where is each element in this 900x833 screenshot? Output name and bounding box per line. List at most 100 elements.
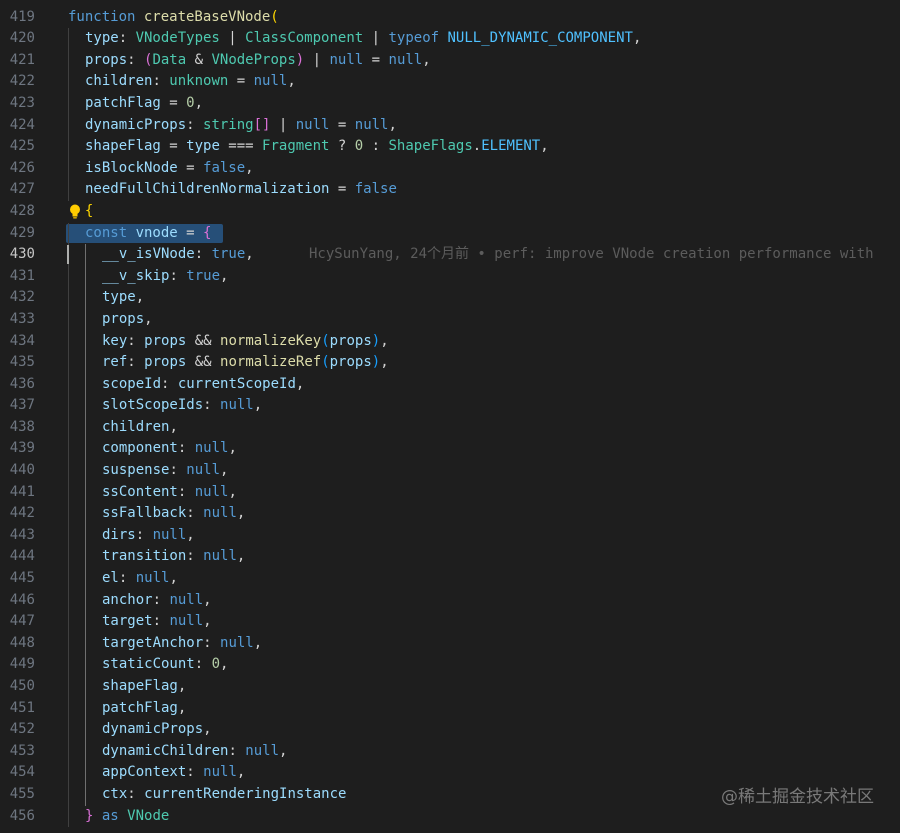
code-line[interactable]: 430 __v_isVNode: true, HcySunYang, 24个月前 •…	[0, 244, 900, 266]
code-content[interactable]: suspense: null,	[102, 460, 228, 482]
code-line[interactable]: 436 scopeId: currentScopeId,	[0, 373, 900, 396]
code-content[interactable]: key: props && normalizeKey(props),	[102, 331, 389, 353]
code-token: =	[329, 116, 355, 133]
code-line[interactable]: 432 type,	[0, 287, 900, 309]
code-content[interactable]: ssFallback: null,	[102, 503, 245, 525]
code-content[interactable]: isBlockNode = false,	[85, 158, 254, 180]
code-content[interactable]: slotScopeIds: null,	[102, 395, 262, 417]
code-content[interactable]: transition: null,	[102, 546, 245, 568]
code-content[interactable]: const vnode = {	[85, 223, 211, 245]
code-editor[interactable]: 418419function createBaseVNode(420type: …	[0, 0, 900, 833]
code-content[interactable]: props: (Data & VNodeProps) | null = null…	[85, 50, 431, 72]
code-content[interactable]: dynamicProps: string[] | null = null,	[85, 115, 397, 137]
code-token: :	[127, 51, 145, 68]
code-line[interactable]: 418	[0, 0, 900, 7]
code-token: shapeFlag	[102, 678, 178, 694]
code-line[interactable]: 449 staticCount: 0,	[0, 654, 900, 676]
code-line[interactable]: 425 shapeFlag = type === Fragment ? 0 : S…	[0, 136, 900, 158]
code-content[interactable]: __v_skip: true,	[102, 266, 228, 288]
code-line[interactable]: 424 dynamicProps: string[] | null = null,	[0, 114, 900, 137]
code-line[interactable]: 431 __v_skip: true,	[0, 265, 900, 288]
code-content[interactable]: needFullChildrenNormalization = false	[85, 179, 397, 201]
code-line[interactable]: 437 slotScopeIds: null,	[0, 395, 900, 417]
code-line[interactable]: 428 {	[0, 201, 900, 223]
code-line[interactable]: 435 ref: props && normalizeRef(props),	[0, 352, 900, 374]
code-line[interactable]: 453 dynamicChildren: null,	[0, 740, 900, 763]
code-token: :	[152, 613, 170, 630]
code-token: scopeId	[102, 375, 162, 392]
code-line[interactable]: 444 transition: null,	[0, 546, 900, 569]
code-token: VNode	[127, 807, 170, 824]
code-content[interactable]: children: unknown = null,	[85, 71, 296, 93]
code-token: null	[388, 51, 423, 68]
code-line[interactable]: 433 props,	[0, 308, 900, 331]
code-content[interactable]: anchor: null,	[102, 590, 212, 612]
code-content[interactable]: targetAnchor: null,	[102, 633, 262, 655]
code-content[interactable]: scopeId: currentScopeId,	[102, 374, 304, 396]
code-line[interactable]: 439 component: null,	[0, 438, 900, 461]
code-token: ,	[245, 159, 254, 176]
code-line[interactable]: 420 type: VNodeTypes | ClassComponent | t…	[0, 28, 900, 50]
code-line[interactable]: 440 suspense: null,	[0, 460, 900, 482]
code-line[interactable]: 426 isBlockNode = false,	[0, 157, 900, 180]
code-content[interactable]: ref: props && normalizeRef(props),	[102, 352, 389, 374]
code-content[interactable]: dynamicChildren: null,	[102, 741, 287, 763]
code-content[interactable]: ssContent: null,	[102, 482, 237, 504]
code-line[interactable]: 448 targetAnchor: null,	[0, 632, 900, 655]
code-line[interactable]: 445 el: null,	[0, 568, 900, 590]
line-number: 453	[9, 742, 35, 759]
code-token: :	[127, 354, 145, 371]
code-token: appContext	[102, 764, 187, 781]
lightbulb-icon[interactable]	[68, 203, 82, 221]
code-line[interactable]: 451 patchFlag,	[0, 697, 900, 720]
line-number: 428	[9, 202, 35, 219]
code-token: |	[363, 30, 389, 47]
code-content[interactable]: function createBaseVNode(	[68, 7, 279, 29]
code-line[interactable]: 450 shapeFlag,	[0, 676, 900, 698]
code-content[interactable]: dynamicProps,	[102, 719, 212, 741]
code-content[interactable]: type: VNodeTypes | ClassComponent | type…	[85, 28, 641, 50]
code-token: |	[219, 30, 246, 47]
code-content[interactable]: shapeFlag = type === Fragment ? 0 : Shap…	[85, 136, 549, 158]
code-line[interactable]: 429 const vnode = {	[0, 222, 900, 245]
indent-guide	[68, 438, 69, 461]
code-content[interactable]: props,	[102, 309, 153, 331]
code-content[interactable]: component: null,	[102, 438, 237, 460]
code-content[interactable]: appContext: null,	[102, 762, 245, 784]
code-content[interactable]: children,	[102, 417, 178, 439]
code-content[interactable]: dirs: null,	[102, 525, 195, 547]
code-line[interactable]: 434 key: props && normalizeKey(props),	[0, 330, 900, 353]
code-line[interactable]: 442 ssFallback: null,	[0, 503, 900, 525]
code-line[interactable]: 446 anchor: null,	[0, 589, 900, 612]
code-token: :	[194, 656, 212, 673]
code-content[interactable]: __v_isVNode: true,	[102, 244, 254, 266]
code-content[interactable]: type,	[102, 287, 144, 309]
code-line[interactable]: 454 appContext: null,	[0, 762, 900, 784]
code-line[interactable]: 421 props: (Data & VNodeProps) | null = n…	[0, 49, 900, 72]
code-token: ,	[194, 94, 204, 111]
code-token: shapeFlag	[85, 138, 161, 155]
code-content[interactable]: ctx: currentRenderingInstance	[102, 784, 346, 806]
code-token: :	[169, 462, 187, 479]
code-content[interactable]: } as VNode	[85, 806, 169, 828]
line-number: 451	[9, 699, 35, 716]
code-content[interactable]: shapeFlag,	[102, 676, 186, 698]
code-line[interactable]: 456} as VNode	[0, 805, 900, 828]
code-line[interactable]: 423 patchFlag = 0,	[0, 92, 900, 115]
code-line[interactable]: 443 dirs: null,	[0, 524, 900, 547]
code-content[interactable]: patchFlag = 0,	[85, 93, 203, 115]
code-token: props	[144, 332, 187, 349]
code-line[interactable]: 427 needFullChildrenNormalization = false	[0, 179, 900, 201]
code-content[interactable]: el: null,	[102, 568, 178, 590]
code-line[interactable]: 419 function createBaseVNode(	[0, 7, 900, 29]
code-content[interactable]: target: null,	[102, 611, 212, 633]
code-line[interactable]: 438 children,	[0, 416, 900, 439]
line-number: 444	[9, 548, 35, 565]
code-line[interactable]: 447 target: null,	[0, 611, 900, 633]
code-lines[interactable]: 418419function createBaseVNode(420type: …	[0, 0, 900, 828]
code-line[interactable]: 422 children: unknown = null,	[0, 71, 900, 93]
code-content[interactable]: staticCount: 0,	[102, 654, 228, 676]
code-content[interactable]: patchFlag,	[102, 698, 186, 720]
code-line[interactable]: 452 dynamicProps,	[0, 719, 900, 741]
code-line[interactable]: 441 ssContent: null,	[0, 481, 900, 504]
